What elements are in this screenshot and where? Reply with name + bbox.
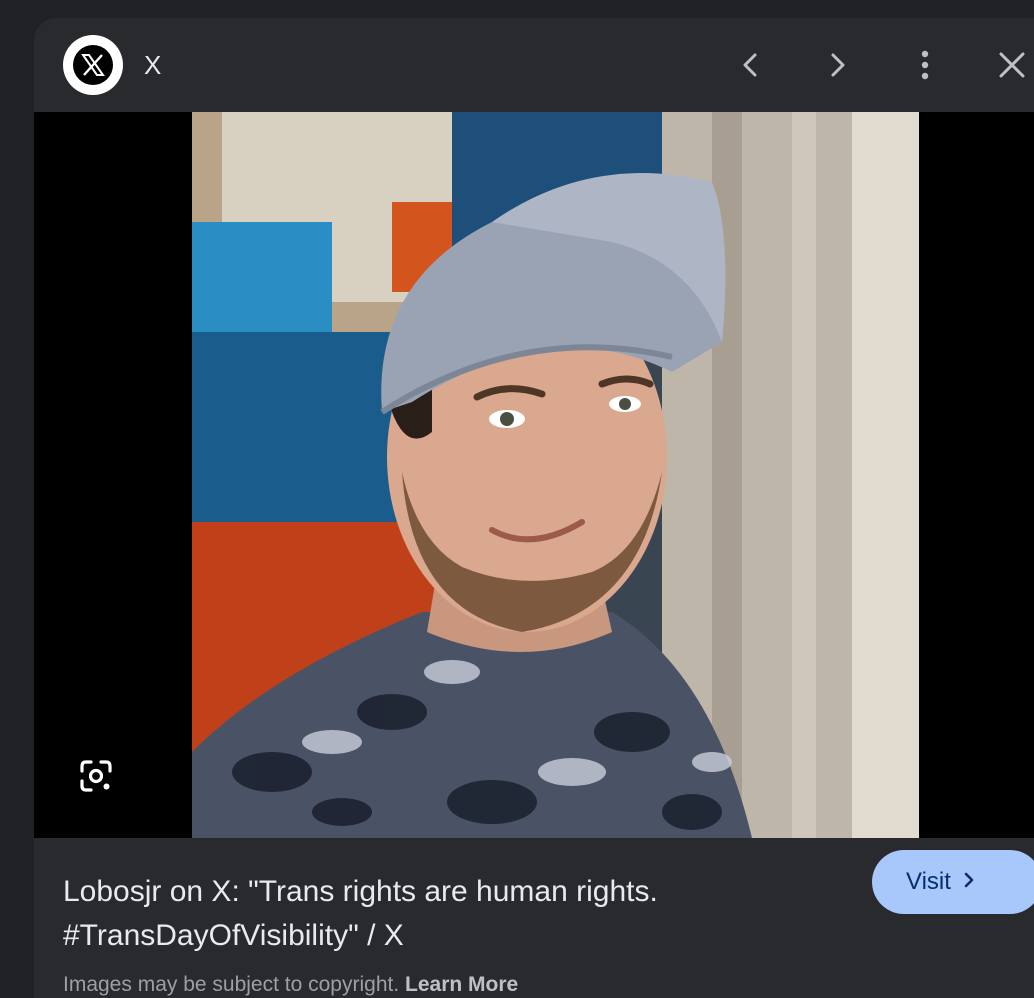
site-name[interactable]: X	[144, 50, 161, 80]
image-viewer	[34, 112, 1034, 838]
more-vert-icon[interactable]	[905, 45, 945, 85]
x-logo-icon[interactable]	[63, 35, 123, 95]
image-preview-panel: X Lobosjr on X: "Trans rights are human …	[34, 18, 1034, 998]
close-icon[interactable]	[992, 45, 1032, 85]
result-title[interactable]: Lobosjr on X: "Trans rights are human ri…	[63, 870, 883, 958]
x-logo-mark	[73, 45, 113, 85]
copyright-text: Images may be subject to copyright.	[63, 973, 400, 996]
google-lens-icon[interactable]	[76, 756, 116, 796]
learn-more-link[interactable]: Learn More	[405, 973, 518, 996]
chevron-right-icon	[963, 868, 975, 896]
result-title-line-1: Lobosjr on X: "Trans rights are human ri…	[63, 875, 658, 908]
visit-button[interactable]: Visit	[872, 850, 1034, 914]
portrait-photo	[192, 112, 919, 838]
result-title-line-2: #TransDayOfVisibility" / X	[63, 919, 404, 952]
copyright-notice: Images may be subject to copyright. Lear…	[63, 972, 518, 998]
preview-image[interactable]	[192, 112, 919, 838]
chevron-left-icon[interactable]	[730, 45, 770, 85]
visit-button-label: Visit	[906, 868, 951, 895]
chevron-right-icon[interactable]	[818, 45, 858, 85]
preview-header: X	[34, 18, 1034, 112]
